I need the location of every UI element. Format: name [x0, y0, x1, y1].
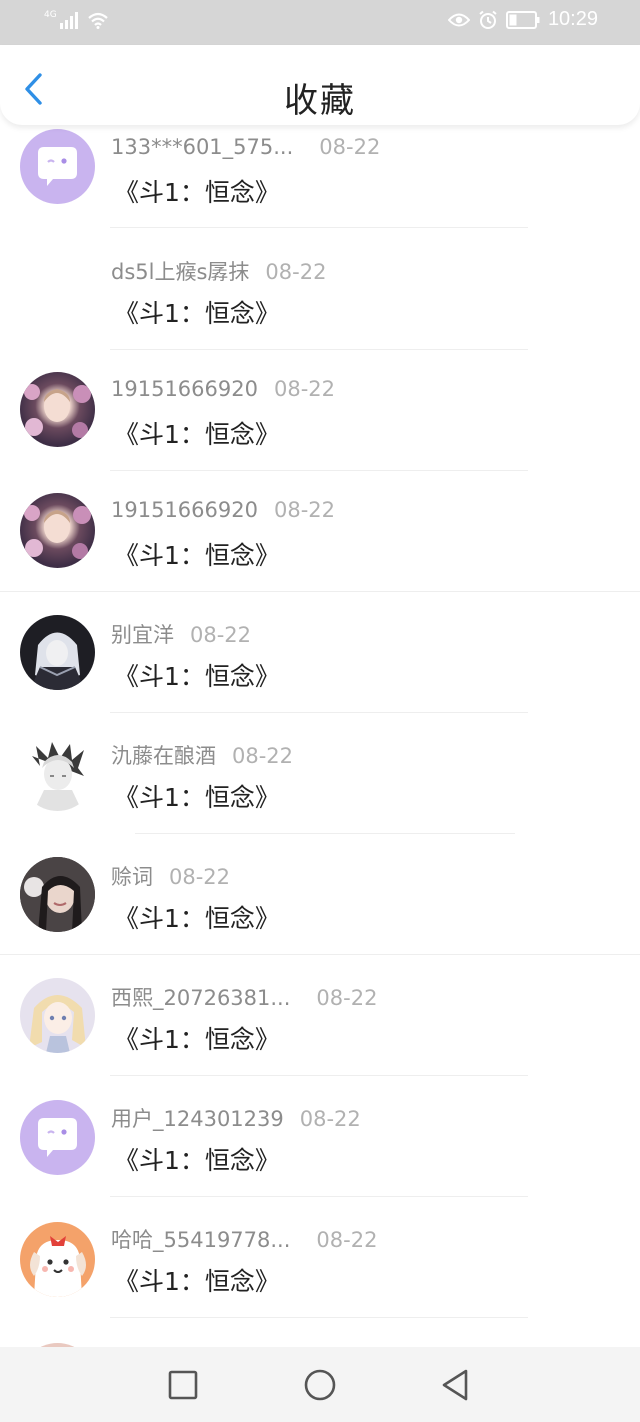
item-date: 08-22 — [319, 135, 381, 159]
avatar-default-chat-icon[interactable] — [20, 1100, 95, 1175]
recents-square-icon[interactable] — [165, 1367, 201, 1403]
divider — [110, 1317, 528, 1318]
item-title[interactable]: 《斗1：恒念》 — [114, 536, 280, 572]
item-title[interactable]: 《斗1：恒念》 — [114, 778, 280, 814]
status-bar: 4G 10:29 — [0, 0, 640, 45]
avatar-photo-icon[interactable] — [20, 493, 95, 568]
avatar-photo-icon[interactable] — [20, 978, 95, 1053]
item-title[interactable]: 《斗1：恒念》 — [114, 899, 280, 935]
divider — [0, 591, 640, 592]
item-meta: 19151666920 08-22 — [111, 377, 335, 401]
divider — [110, 470, 528, 471]
avatar-cartoon-dog-icon[interactable] — [20, 1222, 95, 1297]
system-nav-bar — [0, 1347, 640, 1422]
item-date: 08-22 — [273, 377, 336, 401]
user-name[interactable]: 赊词 — [111, 865, 153, 889]
item-meta: 别宜洋 08-22 — [111, 619, 251, 649]
battery-icon — [505, 10, 540, 29]
app-header: 收藏 — [0, 45, 640, 125]
list-item[interactable]: ds5l上瘊s孱抹 08-22 《斗1：恒念》 — [0, 246, 640, 367]
user-name[interactable]: 别宜洋 — [111, 623, 174, 647]
eye-icon — [447, 13, 470, 26]
list-item[interactable]: 西熙_20726381... 08-22 《斗1：恒念》 — [0, 972, 640, 1093]
divider — [110, 1196, 528, 1197]
divider — [110, 712, 528, 713]
back-triangle-icon[interactable] — [438, 1367, 474, 1403]
divider — [135, 833, 515, 834]
avatar-photo-icon[interactable] — [20, 857, 95, 932]
avatar-photo-icon[interactable] — [20, 736, 95, 811]
item-title[interactable]: 《斗1：恒念》 — [114, 173, 280, 209]
user-name[interactable]: ds5l上瘊s孱抹 — [111, 260, 249, 284]
list-item[interactable]: 别宜洋 08-22 《斗1：恒念》 — [0, 609, 640, 730]
divider — [110, 227, 528, 228]
home-circle-icon[interactable] — [302, 1367, 338, 1403]
item-date: 08-22 — [316, 1228, 378, 1252]
clock: 10:29 — [547, 8, 598, 30]
item-date: 08-22 — [273, 498, 336, 522]
item-title[interactable]: 《斗1：恒念》 — [114, 1141, 280, 1177]
item-meta: 用户_124301239 08-22 — [111, 1103, 361, 1133]
user-name[interactable]: 133***601_575... — [111, 135, 293, 159]
item-meta: ds5l上瘊s孱抹 08-22 — [111, 256, 326, 286]
user-name[interactable]: 19151666920 — [111, 498, 258, 522]
avatar-photo-icon[interactable] — [20, 615, 95, 690]
item-date: 08-22 — [190, 623, 252, 647]
item-date: 08-22 — [316, 986, 378, 1010]
list-item[interactable]: 133***601_575... 08-22 《斗1：恒念》 — [0, 125, 640, 246]
list-item[interactable]: 19151666920 08-22 《斗1：恒念》 — [0, 488, 640, 609]
avatar-default-chat-icon[interactable] — [20, 129, 95, 204]
item-meta: 西熙_20726381... 08-22 — [111, 982, 377, 1012]
item-title[interactable]: 《斗1：恒念》 — [114, 657, 280, 693]
user-name[interactable]: 19151666920 — [111, 377, 258, 401]
user-name[interactable]: 西熙_20726381... — [111, 986, 290, 1010]
item-meta: 氿藤在酿酒 08-22 — [111, 740, 293, 770]
item-meta: 133***601_575... 08-22 — [111, 135, 380, 159]
item-title[interactable]: 《斗1：恒念》 — [114, 294, 280, 330]
avatar-photo-icon[interactable] — [20, 372, 95, 447]
favorites-list: 133***601_575... 08-22 《斗1：恒念》 ds5l上瘊s孱抹 0… — [0, 125, 640, 1347]
user-name[interactable]: 氿藤在酿酒 — [111, 744, 216, 768]
divider — [0, 954, 640, 955]
user-name[interactable]: 用户_124301239 — [111, 1107, 284, 1131]
list-item[interactable]: 哈哈_55419778... 08-22 《斗1：恒念》 — [0, 1214, 640, 1335]
status-right: 10:29 — [447, 8, 598, 31]
network-type: 4G — [44, 10, 57, 20]
status-left: 4G — [44, 11, 109, 29]
item-date: 08-22 — [232, 744, 294, 768]
divider — [110, 1075, 528, 1076]
wifi-icon — [87, 12, 108, 29]
item-date: 08-22 — [265, 260, 327, 284]
list-item[interactable]: 19151666920 08-22 《斗1：恒念》 — [0, 367, 640, 488]
item-meta: 赊词 08-22 — [111, 861, 230, 891]
item-title[interactable]: 《斗1：恒念》 — [114, 1020, 280, 1056]
item-date: 08-22 — [169, 865, 231, 889]
item-meta: 哈哈_55419778... 08-22 — [111, 1224, 377, 1254]
item-title[interactable]: 《斗1：恒念》 — [114, 415, 280, 451]
user-name[interactable]: 哈哈_55419778... — [111, 1228, 290, 1252]
item-title[interactable]: 《斗1：恒念》 — [114, 1262, 280, 1298]
page-title: 收藏 — [284, 81, 356, 121]
item-date: 08-22 — [299, 1107, 361, 1131]
list-item[interactable]: 氿藤在酿酒 08-22 《斗1：恒念》 — [0, 730, 640, 851]
alarm-icon — [479, 10, 497, 29]
list-item[interactable]: 用户_124301239 08-22 《斗1：恒念》 — [0, 1093, 640, 1214]
divider — [110, 349, 528, 350]
item-meta: 19151666920 08-22 — [111, 498, 335, 522]
list-item[interactable]: 赊词 08-22 《斗1：恒念》 — [0, 851, 640, 972]
signal-icon — [59, 12, 78, 29]
